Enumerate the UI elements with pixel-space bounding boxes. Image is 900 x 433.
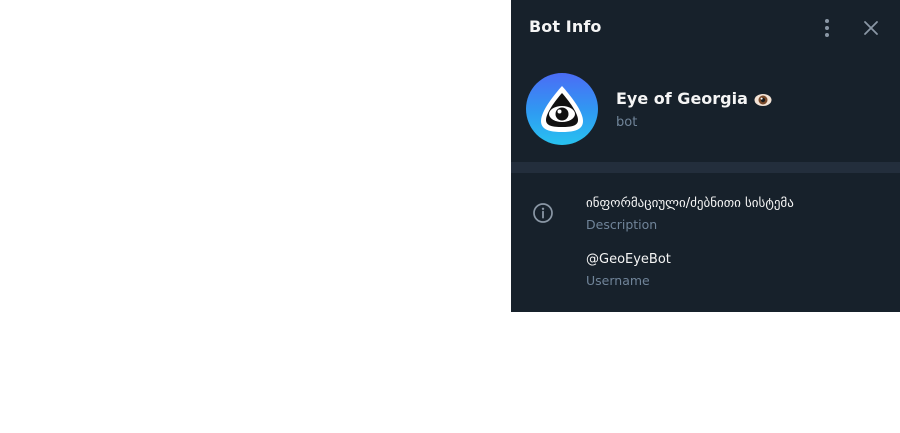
description-label: Description (586, 217, 658, 232)
eye-emoji-icon (754, 93, 772, 106)
avatar[interactable] (526, 73, 598, 145)
close-button[interactable] (857, 14, 885, 42)
bot-profile: Eye of Georgia bot (511, 56, 900, 162)
eye-logo-icon (541, 86, 583, 132)
username-label: Username (586, 273, 650, 288)
bot-subtitle: bot (616, 115, 638, 130)
close-icon (864, 21, 878, 35)
section-divider (511, 162, 900, 173)
description-value: ინფორმაციული/ძებნითი სისტემა (586, 196, 794, 211)
bot-name-text: Eye of Georgia (616, 89, 748, 108)
more-vertical-icon (825, 19, 829, 37)
info-circle-icon (533, 203, 553, 223)
bot-info-panel: Bot Info Eye of Georgia bot ინფორმაციული… (511, 0, 900, 312)
panel-header: Bot Info (511, 0, 900, 56)
username-row[interactable]: @GeoEyeBot Username (586, 251, 886, 290)
info-section: ინფორმაციული/ძებნითი სისტემა Description… (511, 173, 900, 312)
panel-title: Bot Info (529, 17, 602, 36)
window: Bot Info Eye of Georgia bot ინფორმაციული… (0, 0, 900, 433)
more-options-button[interactable] (813, 14, 841, 42)
bot-name: Eye of Georgia (616, 89, 772, 109)
username-value: @GeoEyeBot (586, 252, 671, 267)
description-row[interactable]: ინფორმაციული/ძებნითი სისტემა Description (586, 195, 886, 234)
